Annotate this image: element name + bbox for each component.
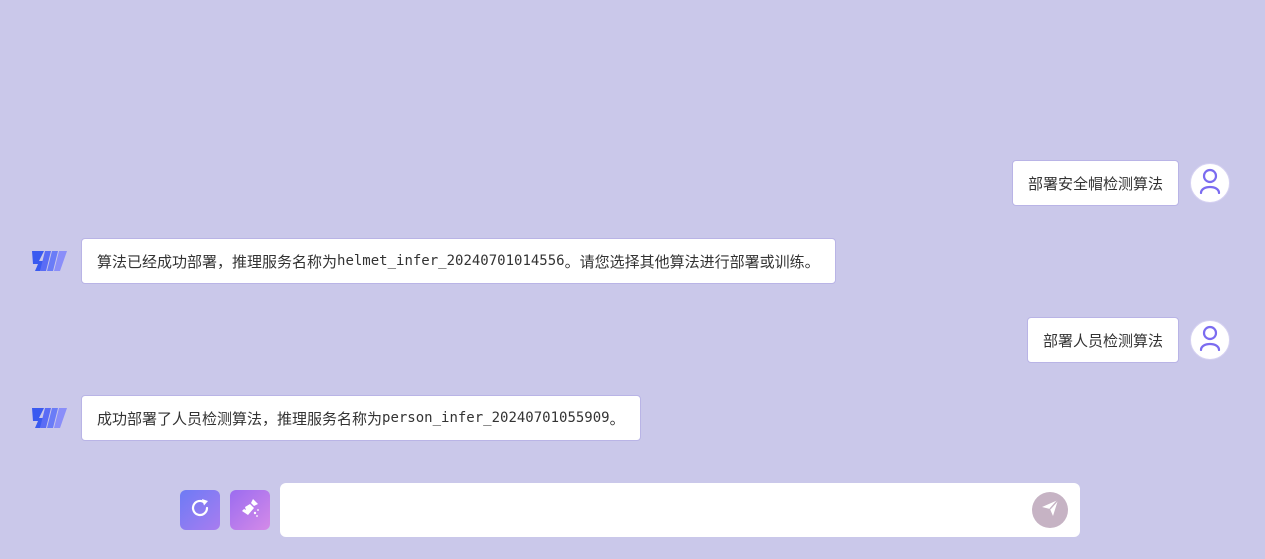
bot-message-text: 成功部署了人员检测算法，推理服务名称为 [97, 409, 383, 428]
composer [180, 483, 1080, 537]
bot-message: 算法已经成功部署，推理服务名称为 helmet_infer_2024070101… [30, 238, 836, 284]
brand-logo-icon [30, 250, 68, 272]
chat-window: 部署安全帽检测算法 算法已经成功部署，推理服务名称为 helmet_infer_… [0, 0, 1265, 559]
user-message: 部署人员检测算法 [1026, 317, 1230, 363]
broom-sparkle-icon [238, 496, 262, 524]
user-message-bubble: 部署人员检测算法 [1026, 317, 1179, 363]
clear-chat-button[interactable] [230, 490, 270, 530]
service-name: person_infer_20240701055909 [382, 410, 610, 426]
message-input[interactable] [280, 483, 1020, 537]
bot-message-bubble: 成功部署了人员检测算法，推理服务名称为 person_infer_20240701… [81, 395, 641, 441]
user-avatar [1190, 163, 1230, 203]
message-input-container [280, 483, 1080, 537]
service-name: helmet_infer_20240701014556 [337, 253, 565, 269]
bot-message-bubble: 算法已经成功部署，推理服务名称为 helmet_infer_2024070101… [81, 238, 836, 284]
bot-message-text: 。 [609, 409, 625, 428]
bot-message-text: 算法已经成功部署，推理服务名称为 [97, 252, 338, 271]
paper-plane-icon [1040, 498, 1060, 522]
send-button[interactable] [1032, 492, 1068, 528]
bot-message-text: 。请您选择其他算法进行部署或训练。 [564, 252, 820, 271]
user-outline-icon [1199, 325, 1221, 355]
refresh-button[interactable] [180, 490, 220, 530]
brand-logo-icon [30, 407, 68, 429]
bot-message: 成功部署了人员检测算法，推理服务名称为 person_infer_20240701… [30, 395, 641, 441]
refresh-icon [189, 497, 211, 523]
user-message: 部署安全帽检测算法 [1011, 160, 1230, 206]
user-avatar [1190, 320, 1230, 360]
user-message-bubble: 部署安全帽检测算法 [1011, 160, 1179, 206]
user-outline-icon [1199, 168, 1221, 198]
